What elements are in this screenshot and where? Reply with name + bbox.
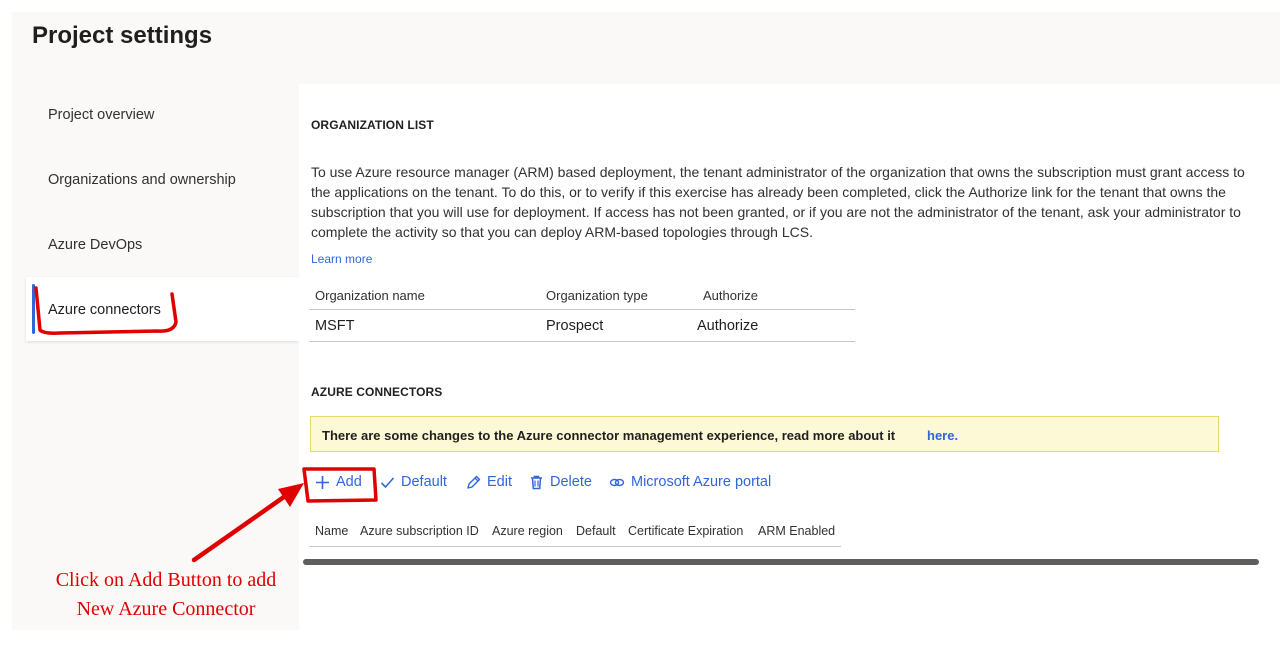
column-header-name: Name	[315, 524, 349, 538]
trash-icon	[531, 475, 542, 489]
authorize-link[interactable]: Authorize	[697, 318, 758, 334]
column-header-org-type: Organization type	[546, 288, 648, 303]
horizontal-scrollbar[interactable]	[303, 559, 1259, 565]
column-header-arm-enabled: ARM Enabled	[758, 524, 836, 538]
sidebar-selected-indicator	[32, 284, 35, 334]
column-header-subscription-id: Azure subscription ID	[360, 524, 479, 538]
annotation-line-1: Click on Add Button to add	[55, 569, 277, 591]
checkmark-icon	[380, 476, 395, 488]
notice-here-link[interactable]: here.	[927, 428, 958, 443]
column-header-authorize: Authorize	[703, 288, 758, 303]
connectors-table-header: Name Azure subscription ID Azure region …	[309, 522, 841, 547]
default-button[interactable]: Default	[380, 474, 447, 490]
sidebar-nav: Project overview Organizations and owner…	[26, 84, 299, 344]
link-icon	[609, 478, 625, 486]
edit-button[interactable]: Edit	[466, 474, 512, 490]
notice-banner: There are some changes to the Azure conn…	[310, 416, 1219, 452]
column-header-cert-expiration: Certificate Expiration	[628, 524, 744, 538]
annotation-text: Click on Add Button to add New Azure Con…	[30, 566, 302, 624]
sidebar-item-azure-connectors[interactable]: Azure connectors	[48, 302, 161, 318]
edit-button-label: Edit	[487, 474, 512, 490]
organization-description: To use Azure resource manager (ARM) base…	[311, 164, 1245, 240]
azure-portal-button[interactable]: Microsoft Azure portal	[609, 474, 771, 490]
table-header-divider	[309, 309, 855, 310]
azure-connectors-heading: AZURE CONNECTORS	[311, 385, 443, 399]
delete-button[interactable]: Delete	[529, 474, 592, 490]
sidebar-item-azure-devops[interactable]: Azure DevOps	[48, 237, 142, 253]
azure-portal-button-label: Microsoft Azure portal	[631, 474, 772, 490]
column-header-default: Default	[576, 524, 616, 538]
delete-button-label: Delete	[550, 474, 592, 490]
table-row-divider	[309, 341, 855, 342]
org-type-cell: Prospect	[546, 318, 604, 334]
main-content: ORGANIZATION LIST To use Azure resource …	[299, 84, 1280, 630]
add-button-label: Add	[336, 474, 362, 490]
default-button-label: Default	[401, 474, 447, 490]
org-name-cell: MSFT	[315, 318, 355, 334]
column-header-org-name: Organization name	[315, 288, 425, 303]
pencil-icon	[467, 475, 481, 489]
sidebar-item-organizations[interactable]: Organizations and ownership	[48, 172, 236, 188]
add-button[interactable]: Add	[315, 474, 362, 490]
annotation-line-2: New Azure Connector	[76, 598, 256, 620]
sidebar-item-project-overview[interactable]: Project overview	[48, 107, 154, 123]
organization-list-heading: ORGANIZATION LIST	[311, 118, 434, 132]
column-header-region: Azure region	[492, 524, 563, 538]
page-title: Project settings	[32, 22, 213, 49]
notice-text: There are some changes to the Azure conn…	[322, 428, 896, 443]
plus-icon	[316, 475, 329, 489]
learn-more-link[interactable]: Learn more	[311, 252, 372, 266]
